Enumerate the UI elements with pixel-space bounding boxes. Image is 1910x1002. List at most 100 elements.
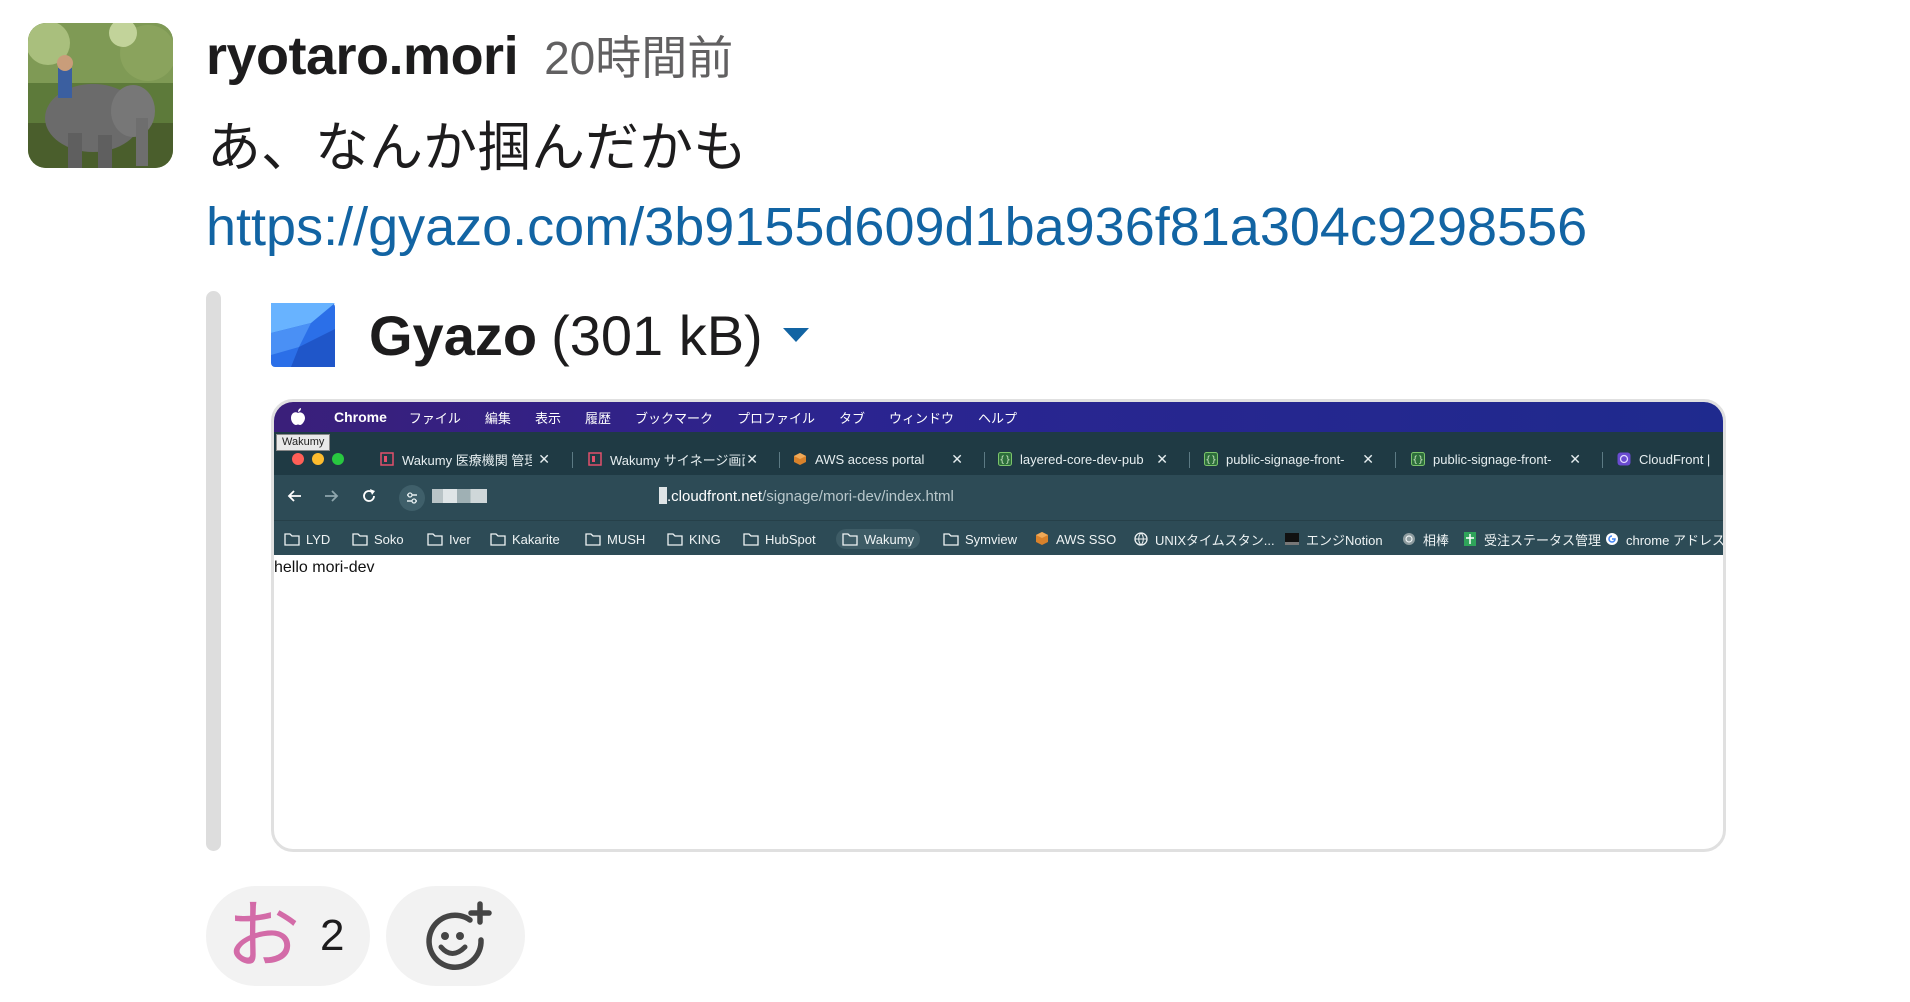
attachment-header: Gyazo (301 kB) bbox=[271, 300, 811, 370]
browser-tabbar: Wakumy Wakumy 医療機関 管理 ✕ Wakumy サイネージ画面 ✕… bbox=[274, 432, 1723, 475]
attachment-size: (301 kB) bbox=[551, 303, 763, 367]
tab-separator bbox=[1395, 452, 1396, 468]
svg-text:{}: {} bbox=[999, 456, 1010, 466]
minimize-window-dot bbox=[312, 453, 324, 465]
folder-icon bbox=[490, 533, 506, 546]
tab-separator bbox=[572, 452, 573, 468]
svg-text:{}: {} bbox=[1412, 456, 1423, 466]
folder-icon bbox=[667, 533, 683, 546]
menu-window: ウィンドウ bbox=[889, 410, 955, 426]
menu-history: 履歴 bbox=[584, 410, 611, 426]
browser-tab: {} public-signage-front- ✕ bbox=[1411, 450, 1581, 467]
zoom-window-dot bbox=[332, 453, 344, 465]
menu-tab: タブ bbox=[839, 410, 866, 426]
macos-menubar: Chrome ファイル 編集 表示 履歴 ブックマーク プロファイル タブ ウィ… bbox=[274, 402, 1723, 432]
aws-cube-icon bbox=[1036, 532, 1048, 545]
username[interactable]: ryotaro.mori bbox=[206, 25, 519, 87]
apple-icon bbox=[291, 408, 305, 425]
attachment-title[interactable]: Gyazo bbox=[369, 303, 537, 368]
openai-icon bbox=[1403, 533, 1415, 545]
close-tab-icon: ✕ bbox=[951, 450, 963, 467]
tab-separator bbox=[779, 452, 780, 468]
add-reaction-button[interactable] bbox=[386, 886, 525, 986]
bookmark-item: KING bbox=[667, 529, 721, 549]
user-avatar[interactable] bbox=[28, 23, 173, 168]
back-arrow-icon bbox=[287, 490, 301, 502]
bookmark-item: Kakarite bbox=[490, 529, 560, 549]
reaction-emoji: お bbox=[226, 893, 300, 979]
bookmark-item: エンジNotion bbox=[1284, 529, 1383, 549]
browser-address-bar: .cloudfront.net/signage/mori-dev/index.h… bbox=[274, 475, 1723, 520]
aws-cube-icon bbox=[794, 453, 806, 465]
sheets-icon bbox=[1464, 532, 1476, 546]
bookmark-item: AWS SSO bbox=[1034, 529, 1116, 549]
close-tab-icon: ✕ bbox=[746, 450, 758, 467]
menu-help: ヘルプ bbox=[978, 410, 1018, 426]
folder-icon bbox=[743, 533, 759, 546]
bookmark-item: UNIXタイムスタン... bbox=[1133, 529, 1275, 549]
bookmark-item: MUSH bbox=[585, 529, 645, 549]
menu-view: 表示 bbox=[534, 410, 561, 426]
browser-tab: {} layered-core-dev-pub ✕ bbox=[998, 450, 1168, 467]
url-path: /signage/mori-dev/index.html bbox=[762, 488, 954, 505]
folder-icon bbox=[352, 533, 368, 546]
folder-icon bbox=[842, 533, 858, 546]
menu-profile: プロファイル bbox=[736, 410, 815, 426]
url-host: .cloudfront.net bbox=[667, 488, 763, 505]
bookmark-item: 相棒 bbox=[1401, 529, 1449, 549]
globe-icon bbox=[1134, 532, 1148, 546]
browser-tab: {} public-signage-front- ✕ bbox=[1204, 450, 1374, 467]
bookmark-item: Soko bbox=[352, 529, 404, 549]
reload-icon bbox=[363, 489, 375, 502]
bookmark-item: Symview bbox=[943, 529, 1017, 549]
reaction-count: 2 bbox=[320, 911, 345, 960]
folder-icon bbox=[284, 533, 300, 546]
reaction-o[interactable]: お 2 bbox=[206, 886, 370, 986]
tab-separator bbox=[1189, 452, 1190, 468]
message-header: ryotaro.mori 20時間前 bbox=[206, 22, 733, 90]
bookmark-item: Iver bbox=[427, 529, 471, 549]
timestamp[interactable]: 20時間前 bbox=[544, 22, 733, 88]
tab-tooltip: Wakumy bbox=[276, 434, 331, 451]
menu-edit: 編集 bbox=[484, 410, 511, 426]
bookmark-item-active: Wakumy bbox=[836, 529, 921, 549]
bookmark-item: chrome アドレス bbox=[1604, 529, 1723, 549]
bookmark-item: HubSpot bbox=[743, 529, 816, 549]
gyazo-link[interactable]: https://gyazo.com/3b9155d609d1ba936f81a3… bbox=[206, 196, 1587, 258]
code-icon: {} bbox=[1204, 452, 1218, 466]
add-emoji-icon bbox=[425, 901, 492, 970]
menu-bookmarks: ブックマーク bbox=[634, 410, 713, 426]
site-settings-icon bbox=[399, 485, 425, 511]
tab-separator bbox=[984, 452, 985, 468]
attachment-bar bbox=[206, 291, 221, 851]
redacted-host-prefix bbox=[432, 489, 487, 503]
menu-chrome: Chrome bbox=[334, 409, 387, 425]
browser-tab: CloudFront | bbox=[1617, 446, 1723, 472]
page-content: hello mori-dev bbox=[274, 559, 375, 576]
terminal-icon bbox=[1285, 533, 1299, 545]
bookmark-item: LYD bbox=[284, 529, 330, 549]
wakumy-icon bbox=[380, 452, 394, 466]
folder-icon bbox=[943, 533, 959, 546]
caret-down-icon[interactable] bbox=[781, 325, 811, 345]
code-icon: {} bbox=[998, 452, 1012, 466]
wakumy-icon bbox=[588, 452, 602, 466]
tab-separator bbox=[1602, 452, 1603, 468]
close-tab-icon: ✕ bbox=[538, 450, 550, 467]
image-preview[interactable]: Chrome ファイル 編集 表示 履歴 ブックマーク プロファイル タブ ウィ… bbox=[271, 399, 1726, 852]
google-icon bbox=[1606, 533, 1618, 545]
close-tab-icon: ✕ bbox=[1362, 450, 1374, 467]
omnibox: .cloudfront.net/signage/mori-dev/index.h… bbox=[399, 482, 1719, 513]
bookmarks-bar: LYD Soko Iver Kakarite MUSH KING HubSpot… bbox=[274, 520, 1723, 555]
cloudfront-icon bbox=[1617, 452, 1631, 466]
close-tab-icon: ✕ bbox=[1569, 450, 1581, 467]
redacted-host-prefix bbox=[659, 487, 667, 504]
close-tab-icon: ✕ bbox=[1156, 450, 1168, 467]
browser-tab: AWS access portal ✕ bbox=[793, 446, 963, 472]
gyazo-logo-icon bbox=[271, 303, 335, 367]
svg-text:{}: {} bbox=[1205, 456, 1216, 466]
close-window-dot bbox=[292, 453, 304, 465]
folder-icon bbox=[585, 533, 601, 546]
menu-file: ファイル bbox=[408, 410, 461, 426]
url-text: .cloudfront.net/signage/mori-dev/index.h… bbox=[667, 488, 954, 505]
